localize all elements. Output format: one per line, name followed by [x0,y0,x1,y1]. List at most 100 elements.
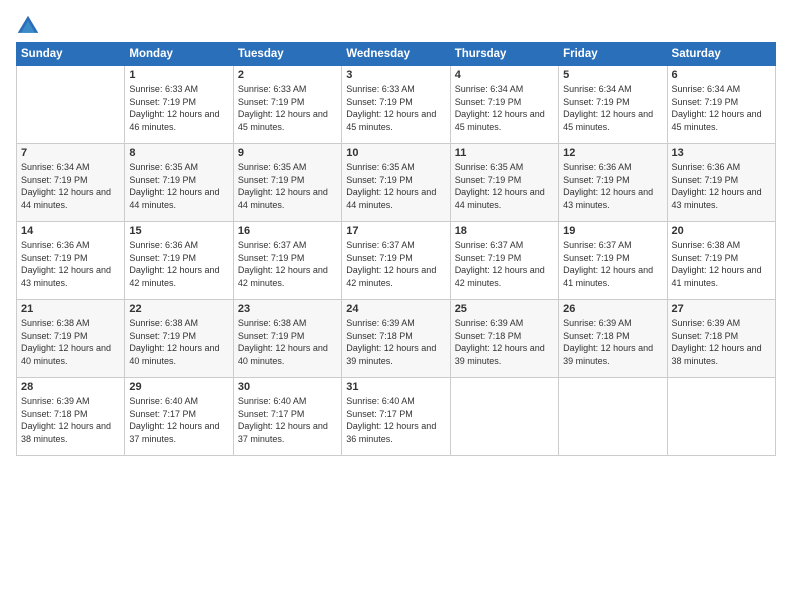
day-info: Sunrise: 6:34 AM Sunset: 7:19 PM Dayligh… [455,83,554,133]
day-info: Sunrise: 6:35 AM Sunset: 7:19 PM Dayligh… [238,161,337,211]
day-number: 13 [672,147,771,159]
day-info: Sunrise: 6:38 AM Sunset: 7:19 PM Dayligh… [672,239,771,289]
day-info: Sunrise: 6:36 AM Sunset: 7:19 PM Dayligh… [672,161,771,211]
day-cell: 10 Sunrise: 6:35 AM Sunset: 7:19 PM Dayli… [342,144,450,222]
header-day-thursday: Thursday [450,43,558,66]
day-cell: 19 Sunrise: 6:37 AM Sunset: 7:19 PM Dayli… [559,222,667,300]
logo-icon [16,14,40,38]
day-cell [559,378,667,456]
day-cell: 29 Sunrise: 6:40 AM Sunset: 7:17 PM Dayli… [125,378,233,456]
day-number: 16 [238,225,337,237]
day-cell: 12 Sunrise: 6:36 AM Sunset: 7:19 PM Dayli… [559,144,667,222]
day-cell: 26Sunrise: 6:39 AM Sunset: 7:18 PM Dayli… [559,300,667,378]
day-number: 22 [129,303,228,315]
header-day-friday: Friday [559,43,667,66]
day-number: 19 [563,225,662,237]
day-number: 7 [21,147,120,159]
day-number: 3 [346,69,445,81]
day-cell: 27 Sunrise: 6:39 AM Sunset: 7:18 PM Dayli… [667,300,775,378]
day-info: Sunrise: 6:34 AM Sunset: 7:19 PM Dayligh… [672,83,771,133]
week-row-4: 21 Sunrise: 6:38 AM Sunset: 7:19 PM Dayli… [17,300,776,378]
day-cell: 14 Sunrise: 6:36 AM Sunset: 7:19 PM Dayli… [17,222,125,300]
day-cell: 21 Sunrise: 6:38 AM Sunset: 7:19 PM Dayli… [17,300,125,378]
day-info: Sunrise: 6:38 AM Sunset: 7:19 PM Dayligh… [238,317,337,367]
day-cell: 23 Sunrise: 6:38 AM Sunset: 7:19 PM Dayli… [233,300,341,378]
day-info: Sunrise: 6:39 AM Sunset: 7:18 PM Dayligh… [455,317,554,367]
day-cell: 31Sunrise: 6:40 AM Sunset: 7:17 PM Dayli… [342,378,450,456]
header-day-monday: Monday [125,43,233,66]
day-info: Sunrise: 6:34 AM Sunset: 7:19 PM Dayligh… [563,83,662,133]
header [16,10,776,38]
day-number: 5 [563,69,662,81]
day-number: 1 [129,69,228,81]
day-number: 24 [346,303,445,315]
day-info: Sunrise: 6:39 AM Sunset: 7:18 PM Dayligh… [672,317,771,367]
day-cell: 28 Sunrise: 6:39 AM Sunset: 7:18 PM Dayli… [17,378,125,456]
day-info: Sunrise: 6:37 AM Sunset: 7:19 PM Dayligh… [563,239,662,289]
header-row: SundayMondayTuesdayWednesdayThursdayFrid… [17,43,776,66]
day-cell [667,378,775,456]
day-number: 23 [238,303,337,315]
day-number: 27 [672,303,771,315]
day-cell: 4 Sunrise: 6:34 AM Sunset: 7:19 PM Daylig… [450,66,558,144]
day-number: 31 [346,381,445,393]
calendar-table: SundayMondayTuesdayWednesdayThursdayFrid… [16,42,776,456]
week-row-5: 28 Sunrise: 6:39 AM Sunset: 7:18 PM Dayli… [17,378,776,456]
day-number: 15 [129,225,228,237]
day-cell: 3Sunrise: 6:33 AM Sunset: 7:19 PM Daylig… [342,66,450,144]
day-info: Sunrise: 6:38 AM Sunset: 7:19 PM Dayligh… [129,317,228,367]
day-info: Sunrise: 6:33 AM Sunset: 7:19 PM Dayligh… [129,83,228,133]
day-cell: 16Sunrise: 6:37 AM Sunset: 7:19 PM Dayli… [233,222,341,300]
day-number: 18 [455,225,554,237]
day-cell: 2Sunrise: 6:33 AM Sunset: 7:19 PM Daylig… [233,66,341,144]
header-day-sunday: Sunday [17,43,125,66]
day-info: Sunrise: 6:36 AM Sunset: 7:19 PM Dayligh… [563,161,662,211]
day-number: 12 [563,147,662,159]
day-cell: 13 Sunrise: 6:36 AM Sunset: 7:19 PM Dayli… [667,144,775,222]
day-cell: 15 Sunrise: 6:36 AM Sunset: 7:19 PM Dayli… [125,222,233,300]
day-info: Sunrise: 6:35 AM Sunset: 7:19 PM Dayligh… [346,161,445,211]
day-info: Sunrise: 6:35 AM Sunset: 7:19 PM Dayligh… [455,161,554,211]
day-cell: 20 Sunrise: 6:38 AM Sunset: 7:19 PM Dayli… [667,222,775,300]
day-cell: 17 Sunrise: 6:37 AM Sunset: 7:19 PM Dayli… [342,222,450,300]
day-info: Sunrise: 6:37 AM Sunset: 7:19 PM Dayligh… [346,239,445,289]
day-cell: 25 Sunrise: 6:39 AM Sunset: 7:18 PM Dayli… [450,300,558,378]
day-cell: 9 Sunrise: 6:35 AM Sunset: 7:19 PM Daylig… [233,144,341,222]
header-day-wednesday: Wednesday [342,43,450,66]
day-info: Sunrise: 6:36 AM Sunset: 7:19 PM Dayligh… [21,239,120,289]
day-cell [17,66,125,144]
day-info: Sunrise: 6:38 AM Sunset: 7:19 PM Dayligh… [21,317,120,367]
day-number: 10 [346,147,445,159]
day-number: 21 [21,303,120,315]
day-number: 28 [21,381,120,393]
day-number: 25 [455,303,554,315]
day-number: 9 [238,147,337,159]
day-number: 29 [129,381,228,393]
page: SundayMondayTuesdayWednesdayThursdayFrid… [0,0,792,612]
day-number: 20 [672,225,771,237]
logo [16,14,42,38]
day-cell: 8 Sunrise: 6:35 AM Sunset: 7:19 PM Daylig… [125,144,233,222]
day-number: 8 [129,147,228,159]
day-info: Sunrise: 6:39 AM Sunset: 7:18 PM Dayligh… [346,317,445,367]
day-cell: 18Sunrise: 6:37 AM Sunset: 7:19 PM Dayli… [450,222,558,300]
day-cell: 5 Sunrise: 6:34 AM Sunset: 7:19 PM Daylig… [559,66,667,144]
day-number: 17 [346,225,445,237]
day-number: 6 [672,69,771,81]
day-cell: 6 Sunrise: 6:34 AM Sunset: 7:19 PM Daylig… [667,66,775,144]
day-info: Sunrise: 6:36 AM Sunset: 7:19 PM Dayligh… [129,239,228,289]
day-cell: 30Sunrise: 6:40 AM Sunset: 7:17 PM Dayli… [233,378,341,456]
day-info: Sunrise: 6:39 AM Sunset: 7:18 PM Dayligh… [21,395,120,445]
day-info: Sunrise: 6:35 AM Sunset: 7:19 PM Dayligh… [129,161,228,211]
week-row-3: 14 Sunrise: 6:36 AM Sunset: 7:19 PM Dayli… [17,222,776,300]
day-number: 11 [455,147,554,159]
day-cell: 7 Sunrise: 6:34 AM Sunset: 7:19 PM Daylig… [17,144,125,222]
day-info: Sunrise: 6:39 AM Sunset: 7:18 PM Dayligh… [563,317,662,367]
header-day-tuesday: Tuesday [233,43,341,66]
day-number: 14 [21,225,120,237]
day-number: 2 [238,69,337,81]
day-cell: 24 Sunrise: 6:39 AM Sunset: 7:18 PM Dayli… [342,300,450,378]
day-number: 4 [455,69,554,81]
day-info: Sunrise: 6:40 AM Sunset: 7:17 PM Dayligh… [129,395,228,445]
day-info: Sunrise: 6:34 AM Sunset: 7:19 PM Dayligh… [21,161,120,211]
